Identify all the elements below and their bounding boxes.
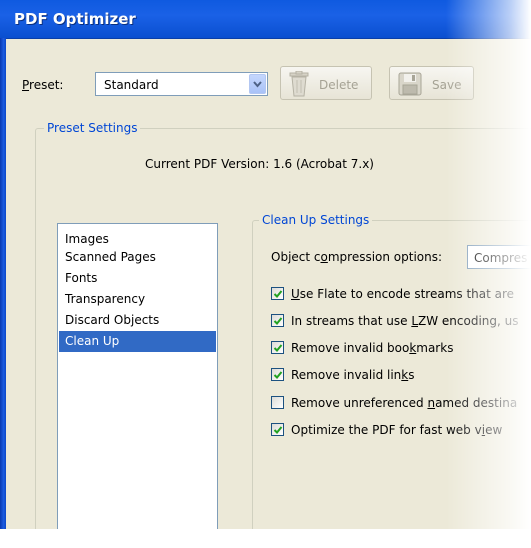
- chevron-down-icon: [253, 81, 262, 88]
- checkbox-label: Remove invalid links: [291, 368, 415, 382]
- checkmark-icon: [273, 344, 283, 352]
- checkmark-icon: [273, 317, 283, 325]
- checkbox-box[interactable]: [271, 368, 284, 381]
- current-pdf-version: Current PDF Version: 1.6 (Acrobat 7.x): [145, 157, 374, 171]
- checkbox-label: Remove invalid bookmarks: [291, 341, 454, 355]
- checkmark-icon: [273, 290, 283, 298]
- checkbox-label: Optimize the PDF for fast web view: [291, 423, 503, 437]
- clean-up-settings-title: Clean Up Settings: [259, 213, 373, 227]
- checkbox-box[interactable]: [271, 287, 284, 300]
- window-frame-left: [0, 38, 6, 529]
- list-item-clean-up[interactable]: Clean Up: [59, 331, 216, 352]
- title-bar[interactable]: PDF Optimizer: [0, 0, 531, 39]
- checkbox-box[interactable]: [271, 341, 284, 354]
- checkbox-label: Remove unreferenced named destina: [291, 396, 518, 410]
- preset-settings-title: Preset Settings: [44, 121, 141, 135]
- object-compression-value: Compres: [474, 251, 528, 265]
- preset-label: Preset:: [22, 78, 64, 92]
- checkmark-icon: [273, 426, 283, 434]
- window-title: PDF Optimizer: [14, 10, 136, 28]
- delete-button[interactable]: Delete: [280, 66, 372, 100]
- checkbox-box[interactable]: [271, 423, 284, 436]
- trash-icon: [289, 71, 309, 97]
- save-button-label: Save: [432, 78, 462, 92]
- category-list[interactable]: Images Scanned Pages Fonts Transparency …: [57, 223, 218, 533]
- list-item-transparency[interactable]: Transparency: [59, 289, 216, 310]
- preset-dropdown[interactable]: Standard: [95, 72, 268, 96]
- list-item-discard-objects[interactable]: Discard Objects: [59, 310, 216, 331]
- object-compression-label: Object compression options:: [271, 250, 443, 264]
- list-item-scanned-pages[interactable]: Scanned Pages: [59, 247, 216, 268]
- floppy-disk-icon: [398, 72, 422, 96]
- checkbox-box[interactable]: [271, 314, 284, 327]
- preset-dropdown-value: Standard: [104, 78, 159, 92]
- checkbox-box[interactable]: [271, 396, 284, 409]
- preset-dropdown-arrow[interactable]: [249, 74, 266, 94]
- pdf-optimizer-window: PDF Optimizer Preset: Standard Delete Sa…: [0, 0, 531, 548]
- checkbox-label: In streams that use LZW encoding, us: [291, 314, 519, 328]
- checkbox-label: Use Flate to encode streams that are: [291, 287, 515, 301]
- checkmark-icon: [273, 371, 283, 379]
- object-compression-dropdown[interactable]: Compres: [467, 245, 531, 269]
- list-item-fonts[interactable]: Fonts: [59, 268, 216, 289]
- save-button[interactable]: Save: [389, 66, 474, 100]
- delete-button-label: Delete: [319, 78, 359, 92]
